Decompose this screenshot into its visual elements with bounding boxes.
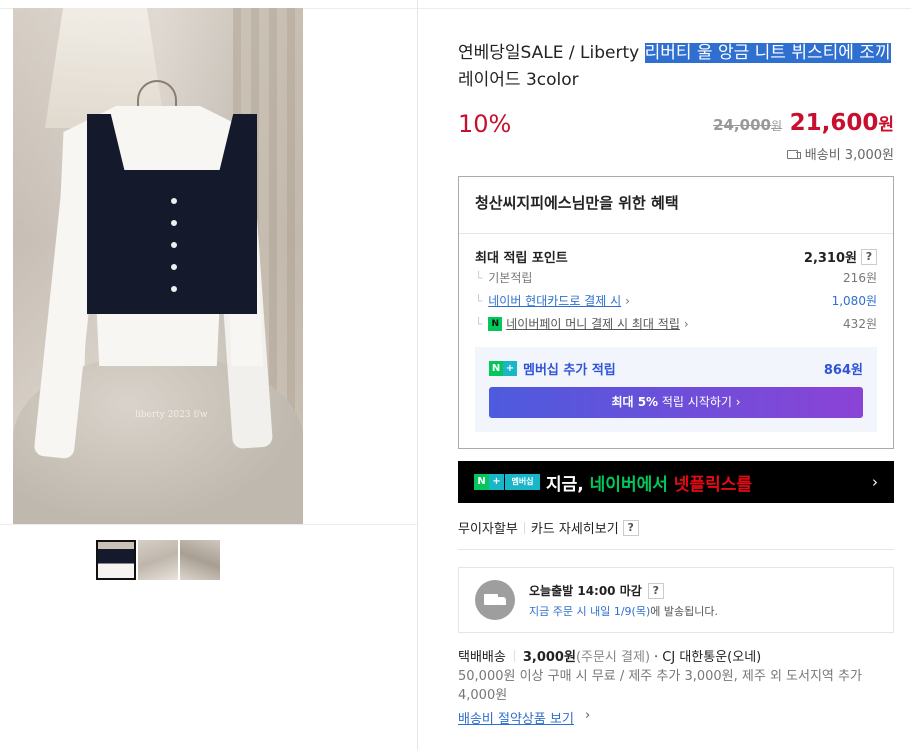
membership-value: 864원	[823, 363, 863, 378]
membership-label: 멤버십 추가 적립	[523, 363, 616, 378]
shipping-fee: 배송비 3,000원	[786, 144, 894, 163]
vest-button	[171, 264, 177, 270]
truck-icon	[475, 580, 515, 620]
original-price: 24,000원	[713, 116, 782, 134]
delivery-carrier: · CJ 대한통운(오네)	[654, 650, 762, 665]
delivery-fee: 3,000원	[522, 650, 576, 665]
card-divider	[458, 549, 894, 550]
discount-rate: 10%	[458, 110, 512, 138]
naver-plus-icon: N +	[489, 361, 517, 376]
hyundai-card-link[interactable]: 네이버 현대카드로 결제 시	[488, 292, 621, 309]
membership-row: N + 멤버십 추가 적립 864원	[489, 359, 863, 378]
save-shipping-link[interactable]: 배송비 절약상품 보기	[458, 708, 574, 727]
today-shipping-box: 오늘출발 14:00 마감? 지금 주문 시 내일 1/9(목)에 발송됩니다.	[458, 567, 894, 633]
card-links: 무이자할부 카드 자세히보기 ?	[458, 518, 639, 537]
delivery-info: 택배배송 3,000원 (주문시 결제) · CJ 대한통운(오네)	[458, 646, 761, 665]
chevron-right-icon: ›	[625, 293, 630, 308]
product-main-image[interactable]: liberty 2023 f/w	[13, 8, 303, 524]
installment-link[interactable]: 무이자할부	[458, 518, 518, 537]
max-points-label: 최대 적립 포인트	[475, 251, 568, 266]
vest-button	[171, 286, 177, 292]
npay-money-value: 432원	[843, 317, 877, 331]
chevron-right-icon: ›	[585, 708, 591, 723]
naver-plus-membership-icon: N + 멤버십	[474, 474, 540, 490]
delivery-note: 50,000원 이상 구매 시 무료 / 제주 추가 3,000원, 제주 외 …	[458, 669, 862, 703]
thumbnail-1-selected[interactable]	[96, 540, 136, 580]
delivery-payment: (주문시 결제)	[575, 650, 651, 665]
help-icon[interactable]: ?	[861, 248, 877, 265]
today-shipping-desc: 지금 주문 시 내일 1/9(목)에 발송됩니다.	[529, 605, 718, 618]
npay-money-link[interactable]: 네이버페이 머니 결제 시 최대 적립	[506, 315, 680, 332]
benefit-divider	[459, 233, 893, 234]
chevron-right-icon: ›	[683, 316, 689, 331]
title-selection: 리버티 울 앙금 니트 뷔스티에 조끼	[644, 43, 891, 63]
help-icon[interactable]: ?	[647, 582, 664, 599]
benefit-box: 청산씨지피에스님만을 위한 혜택 최대 적립 포인트 2,310원? └ 기본적립…	[458, 176, 894, 449]
product-title: 연베당일SALE / Liberty 리버티 울 앙금 니트 뷔스티에 조끼 레…	[458, 43, 891, 90]
max-points-value: 2,310원	[803, 251, 857, 266]
benefit-title: 청산씨지피에스님만을 위한 혜택	[475, 194, 679, 212]
start-membership-button[interactable]: 최대 5% 적립 시작하기 ›	[489, 387, 863, 418]
chevron-right-icon: ›	[872, 473, 878, 491]
hyundai-card-value: 1,080원	[831, 294, 877, 308]
product-image-panel: liberty 2023 f/w	[0, 0, 418, 750]
vest-button	[171, 220, 177, 226]
thumb-divider	[0, 524, 418, 525]
npay-money-row: └ N 네이버페이 머니 결제 시 최대 적립 › 432원	[475, 315, 877, 332]
truck-icon	[786, 149, 801, 159]
delivery-type: 택배배송	[458, 650, 506, 665]
basic-points-label: 기본적립	[488, 271, 533, 285]
thumbnail-3[interactable]	[180, 540, 220, 580]
card-detail-link[interactable]: 카드 자세히보기	[531, 518, 619, 537]
hyundai-card-row: └ 네이버 현대카드로 결제 시 › 1,080원	[475, 292, 877, 309]
today-shipping-title: 오늘출발 14:00 마감?	[529, 582, 664, 599]
sale-price: 21,600원	[789, 110, 894, 136]
naver-pay-icon: N	[488, 316, 503, 331]
membership-box: N + 멤버십 추가 적립 864원 최대 5% 적립 시작하기 ›	[475, 347, 877, 432]
vest-button	[171, 198, 177, 204]
banner-text: 지금, 네이버에서 넷플릭스를	[546, 474, 752, 495]
basic-points-row: └ 기본적립 216원	[475, 270, 877, 286]
max-points-row: 최대 적립 포인트 2,310원?	[475, 247, 877, 266]
basic-points-value: 216원	[843, 271, 877, 285]
image-watermark: liberty 2023 f/w	[135, 410, 208, 420]
vest-button	[171, 242, 177, 248]
netflix-banner[interactable]: N + 멤버십 지금, 네이버에서 넷플릭스를 ›	[458, 461, 894, 503]
thumbnail-2[interactable]	[138, 540, 178, 580]
help-icon[interactable]: ?	[622, 519, 639, 536]
